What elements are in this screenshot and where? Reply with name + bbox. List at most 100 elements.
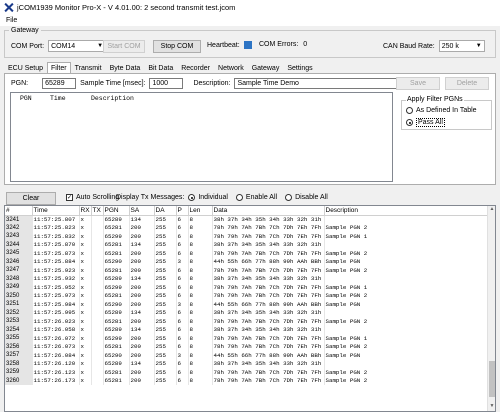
table-row[interactable]: 3245 11:57:25.873 x 65281 200 255 6 8 78h 79h 7A… <box>5 249 489 258</box>
start-com-button[interactable]: Start COM <box>103 40 145 53</box>
table-row[interactable]: 3258 11:57:26.120 x 65289 134 255 6 8 38h 37h 34… <box>5 359 489 368</box>
table-cell: 200 <box>129 249 155 258</box>
table-cell: x <box>79 317 92 326</box>
table-row[interactable]: 3254 11:57:26.058 x 65289 134 255 6 8 38h 37h 34… <box>5 325 489 334</box>
table-row[interactable]: 3241 11:57:25.807 x 65289 134 255 6 8 38h 37h 34… <box>5 215 489 224</box>
auto-scrolling-checkbox[interactable]: ✓ Auto Scrolling <box>66 194 119 201</box>
table-cell: 8 <box>188 232 213 241</box>
table-cell: x <box>79 359 92 368</box>
col-header-rx[interactable]: RX <box>79 206 92 216</box>
table-cell: 11:57:26.173 <box>32 376 80 385</box>
table-cell: 78h 79h 7Ah 7Bh 7Ch 7Dh 7Eh 7Fh <box>212 334 325 343</box>
delete-button[interactable]: Delete <box>445 77 489 90</box>
col-header-time[interactable]: Time <box>32 206 80 216</box>
col-header-index[interactable]: # <box>5 206 33 216</box>
pgn-label: PGN: <box>11 80 29 87</box>
table-row[interactable]: 3259 11:57:26.123 x 65281 200 255 6 8 78h 79h 7A… <box>5 368 489 377</box>
can-baud-label: CAN Baud Rate: <box>383 42 435 50</box>
table-cell: 134 <box>129 215 155 224</box>
col-header-p[interactable]: P <box>176 206 189 216</box>
clear-button[interactable]: Clear <box>6 192 56 205</box>
scroll-thumb[interactable] <box>489 361 495 397</box>
table-cell: 78h 79h 7Ah 7Bh 7Ch 7Dh 7Eh 7Fh <box>212 317 325 326</box>
table-cell <box>91 232 104 241</box>
table-cell: Sample PGN <box>324 351 489 360</box>
option-as-defined[interactable]: As Defined In Table <box>406 107 477 114</box>
table-cell: 255 <box>154 351 177 360</box>
table-cell: 8 <box>188 368 213 377</box>
table-cell: 3241 <box>5 215 33 224</box>
tx-enable-all-label: Enable All <box>245 194 278 201</box>
table-row[interactable]: 3246 11:57:25.884 x 65290 200 255 3 8 44h 55h 66… <box>5 257 489 266</box>
table-cell: 3248 <box>5 274 33 283</box>
table-cell: 6 <box>176 291 189 300</box>
table-row[interactable]: 3252 11:57:25.995 x 65289 134 255 6 8 38h 37h 34… <box>5 308 489 317</box>
option-pass-all[interactable]: Pass All <box>406 118 445 127</box>
table-cell: Sample PGN 1 <box>324 283 489 292</box>
table-cell: x <box>79 215 92 224</box>
table-row[interactable]: 3249 11:57:25.952 x 65299 200 255 6 8 78h 79h 7A… <box>5 283 489 292</box>
save-button[interactable]: Save <box>396 77 440 90</box>
com-errors-label: COM Errors: <box>259 41 299 48</box>
table-cell: 11:57:25.995 <box>32 308 80 317</box>
description-input[interactable]: Sample Time Demo <box>234 78 403 89</box>
table-cell: 255 <box>154 257 177 266</box>
pgn-input[interactable]: 65289 <box>42 78 77 89</box>
table-cell: 3259 <box>5 368 33 377</box>
col-header-da[interactable]: DA <box>154 206 177 216</box>
table-row[interactable]: 3260 11:57:26.173 x 65281 200 255 6 8 78h 79h 7A… <box>5 376 489 385</box>
table-row[interactable]: 3242 11:57:25.823 x 65281 200 255 6 8 78h 79h 7A… <box>5 223 489 232</box>
tx-individual-option[interactable]: Individual <box>188 194 228 201</box>
table-cell: 11:57:25.984 <box>32 300 80 309</box>
scroll-up-icon[interactable]: ▲ <box>488 206 495 214</box>
table-row[interactable]: 3244 11:57:25.870 x 65281 134 255 6 8 38h 37h 34… <box>5 240 489 249</box>
table-row[interactable]: 3256 11:57:26.073 x 65281 200 255 6 8 78h 79h 7A… <box>5 342 489 351</box>
col-header-sa[interactable]: SA <box>129 206 155 216</box>
table-cell: 65290 <box>103 351 130 360</box>
sample-time-input[interactable]: 1000 <box>149 78 184 89</box>
table-row[interactable]: 3247 11:57:25.923 x 65281 200 255 6 8 78h 79h 7A… <box>5 266 489 275</box>
table-cell: 200 <box>129 291 155 300</box>
tx-disable-all-option[interactable]: Disable All <box>285 194 328 201</box>
com-port-select[interactable]: COM14 ▼ <box>48 40 107 52</box>
table-row[interactable]: 3250 11:57:25.973 x 65281 200 255 6 8 78h 79h 7A… <box>5 291 489 300</box>
gateway-group-title: Gateway <box>9 27 41 34</box>
col-header-len[interactable]: Len <box>188 206 213 216</box>
stop-com-button[interactable]: Stop COM <box>153 40 201 53</box>
filter-pgn-list[interactable]: PGN Time Description <box>10 92 393 182</box>
table-cell: 8 <box>188 283 213 292</box>
table-cell: 6 <box>176 215 189 224</box>
table-row[interactable]: 3248 11:57:25.932 x 65289 134 255 6 8 38h 37h 34… <box>5 274 489 283</box>
table-cell: 6 <box>176 342 189 351</box>
table-cell: 65289 <box>103 325 130 334</box>
col-header-description[interactable]: Description <box>324 206 489 216</box>
table-row[interactable]: 3253 11:57:26.023 x 65281 200 255 6 8 78h 79h 7A… <box>5 317 489 326</box>
table-cell: 200 <box>129 232 155 241</box>
table-row[interactable]: 3257 11:57:26.084 x 65290 200 255 3 8 44h 55h 66… <box>5 351 489 360</box>
table-row[interactable]: 3251 11:57:25.984 x 65290 200 255 3 8 44h 55h 66… <box>5 300 489 309</box>
table-cell: x <box>79 232 92 241</box>
table-cell: 8 <box>188 351 213 360</box>
can-baud-select[interactable]: 250 k ▼ <box>438 40 485 52</box>
gateway-group: Gateway COM Port: COM14 ▼ Start COM Stop… <box>4 27 496 58</box>
table-cell: 65299 <box>103 334 130 343</box>
table-cell: 8 <box>188 334 213 343</box>
table-cell: 255 <box>154 368 177 377</box>
col-header-tx[interactable]: TX <box>91 206 104 216</box>
table-cell: 6 <box>176 325 189 334</box>
vertical-scrollbar[interactable]: ▲ ▼ <box>487 206 495 411</box>
message-grid[interactable]: # Time RX TX PGN SA DA P Len Data Descri… <box>4 205 496 412</box>
tx-enable-all-option[interactable]: Enable All <box>235 194 278 201</box>
table-cell: 200 <box>129 300 155 309</box>
table-cell: 11:57:26.084 <box>32 351 80 360</box>
menu-file[interactable]: File <box>6 17 17 24</box>
table-cell: 6 <box>176 266 189 275</box>
col-header-data[interactable]: Data <box>212 206 325 216</box>
table-cell: 6 <box>176 368 189 377</box>
table-row[interactable]: 3243 11:57:25.832 x 65299 200 255 6 8 78h 79h 7A… <box>5 232 489 241</box>
table-cell <box>324 325 489 334</box>
table-row[interactable]: 3255 11:57:26.072 x 65299 200 255 6 8 78h 79h 7A… <box>5 334 489 343</box>
col-header-pgn[interactable]: PGN <box>103 206 130 216</box>
scroll-down-icon[interactable]: ▼ <box>488 403 495 411</box>
table-cell: 11:57:25.823 <box>32 223 80 232</box>
